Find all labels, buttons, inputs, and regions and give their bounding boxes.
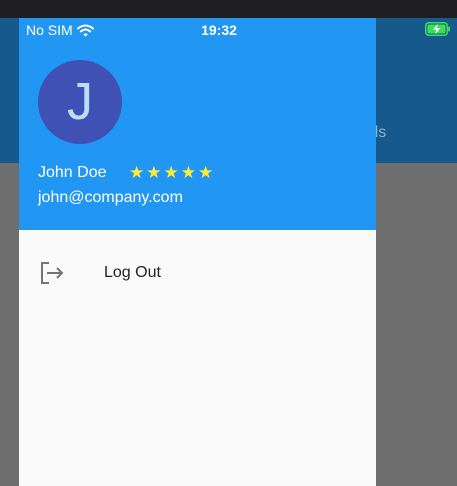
menu-item-label: Log Out xyxy=(104,264,161,281)
star-icon: ★ xyxy=(198,163,214,182)
avatar[interactable]: J xyxy=(38,60,122,144)
user-rating: ★ ★ ★ ★ ★ xyxy=(129,164,213,182)
user-name: John Doe xyxy=(38,164,107,181)
star-icon: ★ xyxy=(180,163,196,182)
status-bar: No SIM 19:32 xyxy=(19,18,457,42)
menu-item-logout[interactable]: Log Out xyxy=(19,255,376,291)
navigation-drawer: J John Doe ★ ★ ★ ★ ★ john@company.com Log Ou… xyxy=(19,18,376,486)
drawer-header: J John Doe ★ ★ ★ ★ ★ john@company.com xyxy=(19,18,376,230)
logout-icon xyxy=(41,262,64,284)
star-icon: ★ xyxy=(146,163,162,182)
star-icon: ★ xyxy=(129,163,145,182)
star-icon: ★ xyxy=(163,163,179,182)
battery-charging-icon xyxy=(425,22,450,36)
user-email: john@company.com xyxy=(38,189,183,206)
status-time: 19:32 xyxy=(201,22,237,38)
